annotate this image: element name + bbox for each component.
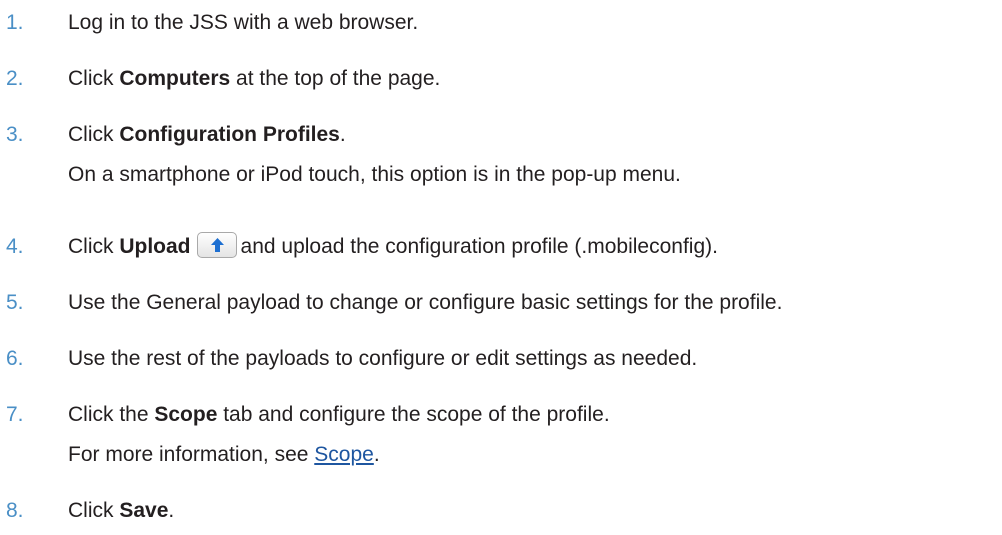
step-text: Log in to the JSS with a web browser.: [68, 11, 419, 34]
ui-term-upload: Upload: [119, 235, 191, 258]
step-text: Click the Scope tab and configure the sc…: [68, 403, 610, 426]
step-text: Use the rest of the payloads to configur…: [68, 347, 698, 370]
step-number: 2.: [6, 67, 24, 90]
upload-button: [196, 232, 237, 259]
step-number: 5.: [6, 291, 24, 314]
instruction-steps: 1. Log in to the JSS with a web browser.…: [0, 0, 1002, 535]
ui-term-configuration-profiles: Configuration Profiles: [119, 123, 340, 146]
step-text: Click Save.: [68, 499, 175, 522]
step-note: For more information, see Scope.: [68, 443, 380, 466]
ui-term-scope: Scope: [154, 403, 218, 426]
upload-arrow-icon: [210, 238, 224, 253]
step-number: 7.: [6, 403, 24, 426]
step-text: Click Configuration Profiles.: [68, 123, 346, 146]
step-number: 8.: [6, 499, 24, 522]
step-number: 4.: [6, 235, 24, 258]
step-number: 3.: [6, 123, 24, 146]
step-note: On a smartphone or iPod touch, this opti…: [68, 163, 681, 186]
ui-term-computers: Computers: [119, 67, 231, 90]
ui-term-save: Save: [119, 499, 169, 522]
step-text: Use the General payload to change or con…: [68, 291, 783, 314]
scope-link[interactable]: Scope: [314, 443, 374, 466]
step-text: Click Computers at the top of the page.: [68, 67, 441, 90]
step-number: 6.: [6, 347, 24, 370]
step-number: 1.: [6, 11, 24, 34]
step-text: Click Upload and upload the configuration…: [68, 232, 718, 261]
